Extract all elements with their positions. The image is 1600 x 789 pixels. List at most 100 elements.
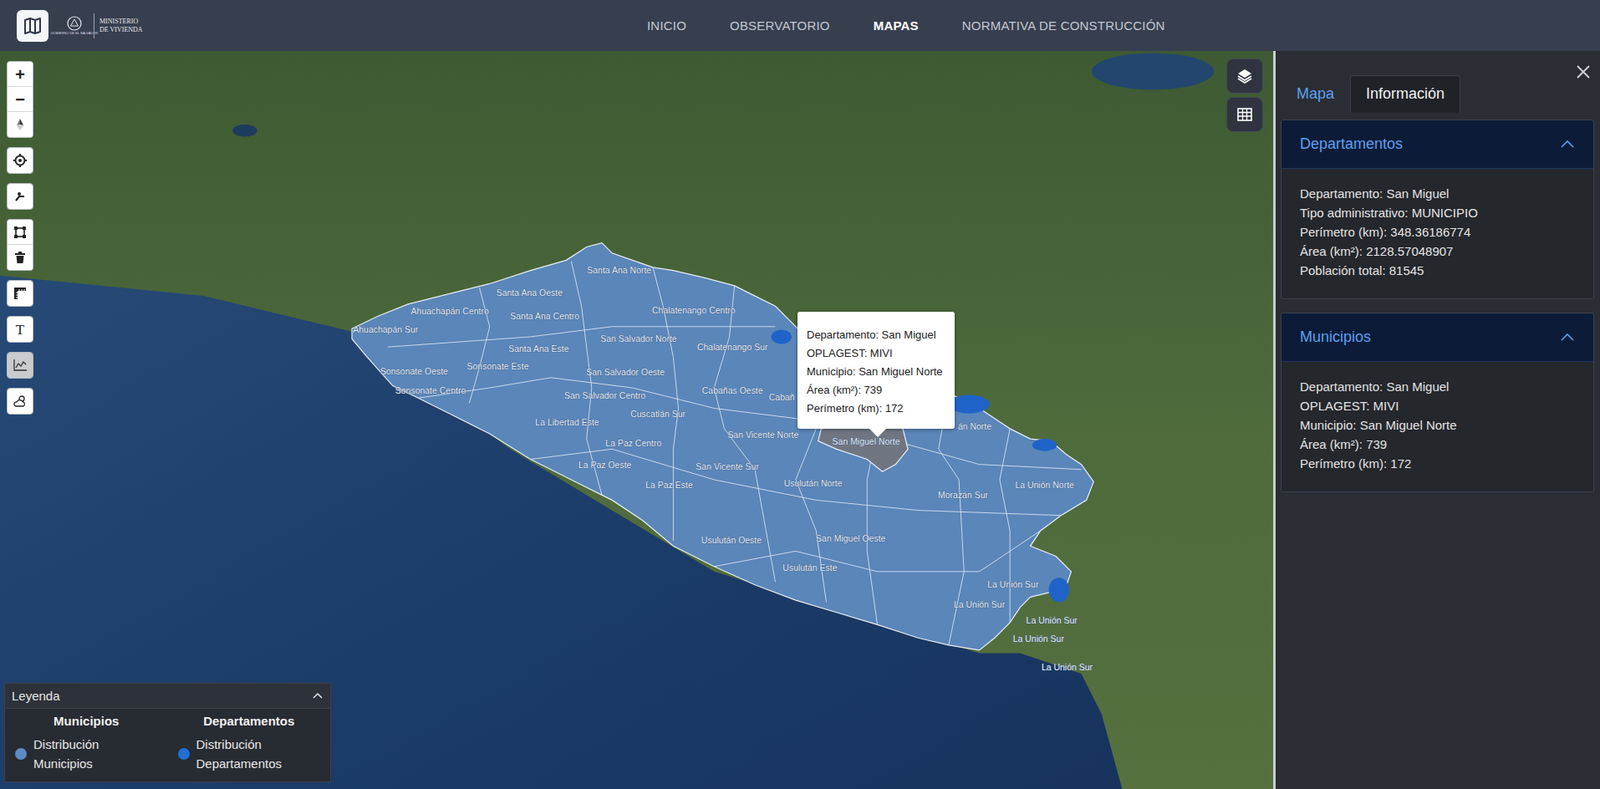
municipality-label: San Salvador Oeste <box>585 367 665 378</box>
layers-button[interactable] <box>1226 58 1264 94</box>
locate-icon <box>12 152 28 169</box>
elevation-chart-icon <box>12 358 28 372</box>
legend-group-title: Municipios <box>53 713 119 729</box>
app: GOBIERNO DE EL SALVADORMINISTERIODE VIVI… <box>0 0 1600 789</box>
chevron-up-icon <box>311 692 324 701</box>
municipality-label: Usulután Norte <box>784 478 843 489</box>
tool-group <box>6 183 34 210</box>
tool-group <box>6 147 34 174</box>
zoom-in-button[interactable]: + <box>7 61 33 87</box>
draw-button[interactable] <box>7 219 33 245</box>
municipality-label: Ahuachapán Sur <box>352 325 419 335</box>
municipality-label: Cabañas Oeste <box>702 386 764 396</box>
chevron-up-icon <box>1559 139 1575 150</box>
department-shape[interactable] <box>1049 577 1070 602</box>
info-line: Perímetro (km): 348.36186774 <box>1299 222 1575 242</box>
section-body: Departamento: San MiguelOPLAGEST: MIVIMu… <box>1281 361 1594 492</box>
section-header[interactable]: Municipios <box>1281 313 1594 362</box>
locate-button[interactable] <box>7 147 33 174</box>
folded-map-icon <box>22 15 43 36</box>
municipality-label: Cuscatlán Sur <box>630 409 686 419</box>
table-icon <box>1236 106 1254 123</box>
legend-header[interactable]: Leyenda <box>5 683 331 709</box>
municipality-label: San Salvador Centro <box>564 391 646 401</box>
map-tooltip: Departamento: San MiguelOPLAGEST: MIVIMu… <box>797 311 955 429</box>
municipality-label: La Libertad Este <box>535 417 599 428</box>
nav-item[interactable]: NORMATIVA DE CONSTRUCCIÓN <box>962 18 1166 33</box>
municipality-label: Ahuachapán Centro <box>411 306 490 316</box>
section-header[interactable]: Departamentos <box>1281 120 1594 169</box>
legend: Leyenda Municipios Distribución Municipios… <box>4 682 332 783</box>
nav-item[interactable]: MAPAS <box>873 18 919 33</box>
tool-group <box>6 387 34 415</box>
panel-tab[interactable]: Información <box>1350 75 1461 113</box>
ocean <box>0 50 1274 789</box>
close-button[interactable] <box>1572 61 1595 86</box>
land <box>0 50 1274 789</box>
tooltip-arrow <box>869 428 887 438</box>
department-shape[interactable] <box>771 329 792 344</box>
tool-group <box>6 280 34 307</box>
zoom-out-button[interactable]: − <box>7 86 33 113</box>
lake <box>232 124 257 138</box>
nav-item[interactable]: OBSERVATORIO <box>729 18 831 33</box>
municipality-border <box>570 261 602 496</box>
ruler-icon <box>13 286 27 301</box>
info-line: Municipio: San Miguel Norte <box>1299 415 1575 435</box>
seal-text: GOBIERNO DE EL SALVADOR <box>50 30 98 36</box>
municipality-border <box>530 448 1062 515</box>
municipality-label: La Unión Sur <box>1041 662 1094 673</box>
info-line: Área (km²): 2128.57048907 <box>1299 241 1575 261</box>
legend-group: DepartamentosDistribución Departamentos <box>168 713 332 774</box>
municipality-label: La Unión Sur <box>953 600 1006 610</box>
info-line: Población total: 81545 <box>1299 260 1575 281</box>
municipality-border <box>417 377 1081 470</box>
weather-icon <box>12 394 28 408</box>
main-area: Santa Ana NorteSanta Ana OesteAhuachapán… <box>0 50 1600 789</box>
legend-label: Distribución Municipios <box>33 734 130 774</box>
section-title: Departamentos <box>1299 135 1403 153</box>
brand-divider <box>93 13 95 39</box>
trash-icon <box>13 250 27 265</box>
department-shape[interactable] <box>1032 438 1057 452</box>
map-canvas[interactable]: Santa Ana NorteSanta Ana OesteAhuachapán… <box>0 50 1274 789</box>
info-line: Departamento: San Miguel <box>1299 183 1575 204</box>
municipality-label: Morazán Sur <box>937 490 989 500</box>
chart-button[interactable] <box>7 352 33 378</box>
route-button[interactable] <box>7 183 33 209</box>
tool-glyph: − <box>15 91 26 108</box>
tooltip-line: Área (km²): 739 <box>806 381 947 400</box>
municipality-label: La Paz Oeste <box>578 461 632 471</box>
department-shape[interactable] <box>948 395 990 414</box>
map-logo-icon[interactable] <box>16 10 49 42</box>
ministry-logo[interactable]: GOBIERNO DE EL SALVADORMINISTERIODE VIVI… <box>60 13 143 39</box>
tooltip-line: Departamento: San Miguel <box>806 326 947 345</box>
map-view[interactable]: Santa Ana NorteSanta Ana OesteAhuachapán… <box>0 50 1276 789</box>
panel-tab[interactable]: Mapa <box>1280 75 1351 113</box>
municipality-label: Santa Ana Centro <box>509 311 580 322</box>
tool-glyph: T <box>15 322 25 337</box>
table-button[interactable] <box>1226 96 1264 133</box>
municipality-label: San Miguel Norte <box>832 437 901 447</box>
legend-group-title: Departamentos <box>203 713 295 729</box>
municipality-label: La Unión Sur <box>987 580 1040 590</box>
municipality-label: Cabañ <box>769 392 795 403</box>
nav-item[interactable]: INICIO <box>647 18 687 33</box>
polyline-icon <box>13 189 27 204</box>
municipality-label: án Norte <box>957 422 992 432</box>
text-button[interactable]: T <box>7 316 33 342</box>
top-navbar: GOBIERNO DE EL SALVADORMINISTERIODE VIVI… <box>0 0 1600 51</box>
compass-button[interactable] <box>7 112 33 138</box>
trash-button[interactable] <box>7 244 33 271</box>
municipality-layer[interactable] <box>351 243 1094 651</box>
info-line: Área (km²): 739 <box>1299 434 1575 454</box>
lake <box>1091 52 1214 90</box>
municipality-label: La Paz Este <box>645 480 693 490</box>
legend-body: Municipios Distribución Municipios Departa… <box>5 708 331 782</box>
municipality-label: Santa Ana Norte <box>586 265 652 276</box>
weather-button[interactable] <box>7 388 33 414</box>
municipality-label: San Vicente Norte <box>727 430 799 440</box>
municipality-label: La Paz Centro <box>605 438 662 449</box>
measure-button[interactable] <box>7 280 33 306</box>
info-section: DepartamentosDepartamento: San MiguelTip… <box>1280 119 1595 300</box>
